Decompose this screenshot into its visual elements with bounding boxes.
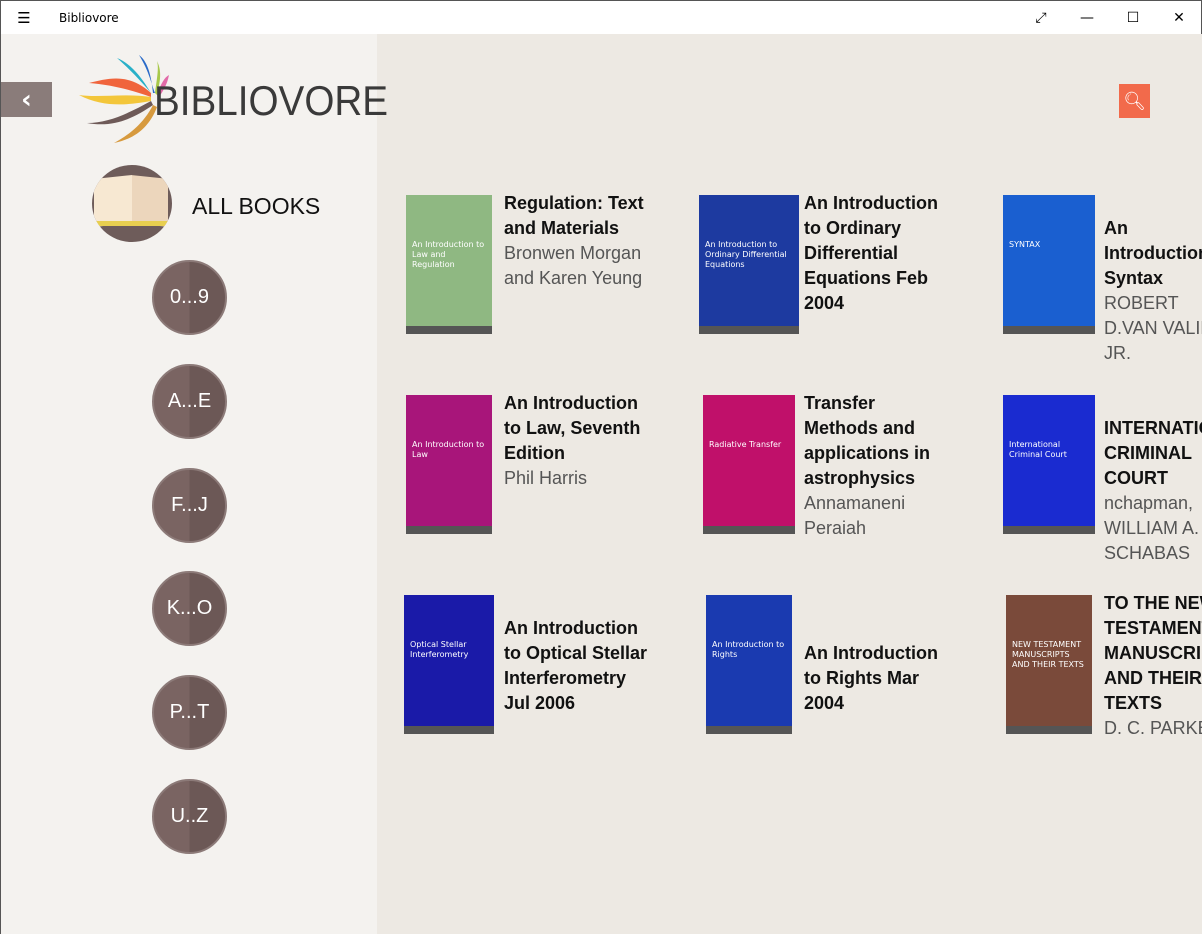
- book-cover[interactable]: SYNTAX: [1003, 195, 1095, 334]
- book-info[interactable]: Transfer Methods and applications in ast…: [804, 391, 954, 541]
- cover-title: An Introduction to Ordinary Differential…: [705, 240, 793, 270]
- filter-u-z[interactable]: U..Z: [152, 779, 227, 854]
- book-title: Transfer Methods and applications in ast…: [804, 391, 954, 491]
- cover-band: [404, 726, 494, 734]
- cover-title: Radiative Transfer: [709, 440, 789, 450]
- filter-k-o[interactable]: K...O: [152, 571, 227, 646]
- cover-title: NEW TESTAMENT MANUSCRIPTS AND THEIR TEXT…: [1012, 640, 1086, 670]
- book-cover[interactable]: An Introduction to Ordinary Differential…: [699, 195, 799, 334]
- close-button[interactable]: ✕: [1156, 1, 1202, 34]
- filter-0-9[interactable]: 0...9: [152, 260, 227, 335]
- book-author: D. C. PARKER: [1104, 716, 1202, 741]
- book-info[interactable]: An Introduction to SyntaxROBERT D.VAN VA…: [1104, 216, 1202, 366]
- book-title: TO THE NEW TESTAMENT MANUSCRIPTS AND THE…: [1104, 591, 1202, 716]
- search-button[interactable]: 🔍︎: [1119, 84, 1150, 118]
- cover-title: An Introduction to Rights: [712, 640, 786, 660]
- cover-title: SYNTAX: [1009, 240, 1089, 250]
- window-title: Bibliovore: [59, 11, 119, 25]
- book-info[interactable]: INTERNATIONAL CRIMINAL COURTnchapman, WI…: [1104, 416, 1202, 566]
- cover-title: An Introduction to Law and Regulation: [412, 240, 486, 270]
- book-author: ROBERT D.VAN VALIN, JR.: [1104, 291, 1202, 366]
- cover-title: Optical Stellar Interferometry: [410, 640, 488, 660]
- book-author: Annamaneni Peraiah: [804, 491, 954, 541]
- filter-a-e[interactable]: A...E: [152, 364, 227, 439]
- cover-band: [706, 726, 792, 734]
- book-cover[interactable]: Optical Stellar Interferometry: [404, 595, 494, 734]
- book-cover[interactable]: An Introduction to Rights: [706, 595, 792, 734]
- book-cover[interactable]: Radiative Transfer: [703, 395, 795, 534]
- book-info[interactable]: Regulation: Text and MaterialsBronwen Mo…: [504, 191, 654, 291]
- title-bar: ☰ Bibliovore ⤢ — ☐ ✕: [1, 1, 1201, 34]
- book-cover[interactable]: An Introduction to Law and Regulation: [406, 195, 492, 334]
- book-title: An Introduction to Syntax: [1104, 216, 1202, 291]
- filter-f-j[interactable]: F...J: [152, 468, 227, 543]
- book-info[interactable]: An Introduction to Ordinary Differential…: [804, 191, 954, 316]
- book-author: nchapman, WILLIAM A. SCHABAS: [1104, 491, 1202, 566]
- cover-title: An Introduction to Law: [412, 440, 486, 460]
- maximize-button[interactable]: ☐: [1110, 1, 1156, 34]
- minimize-button[interactable]: —: [1064, 1, 1110, 34]
- cover-title: International Criminal Court: [1009, 440, 1089, 460]
- chevron-left-icon: ‹: [21, 85, 32, 115]
- book-title: INTERNATIONAL CRIMINAL COURT: [1104, 416, 1202, 491]
- book-cover[interactable]: International Criminal Court: [1003, 395, 1095, 534]
- cover-band: [699, 326, 799, 334]
- cover-band: [406, 326, 492, 334]
- book-title: An Introduction to Ordinary Differential…: [804, 191, 954, 316]
- book-title: An Introduction to Law, Seventh Edition: [504, 391, 654, 466]
- cover-band: [406, 526, 492, 534]
- book-info[interactable]: An Introduction to Rights Mar 2004: [804, 641, 954, 716]
- fullscreen-icon[interactable]: ⤢: [1018, 1, 1064, 34]
- cover-band: [703, 526, 795, 534]
- filter-p-t[interactable]: P...T: [152, 675, 227, 750]
- book-title: An Introduction to Rights Mar 2004: [804, 641, 954, 716]
- book-info[interactable]: TO THE NEW TESTAMENT MANUSCRIPTS AND THE…: [1104, 591, 1202, 741]
- book-info[interactable]: An Introduction to Optical Stellar Inter…: [504, 616, 654, 716]
- back-button[interactable]: ‹: [1, 82, 52, 117]
- hamburger-icon[interactable]: ☰: [1, 9, 47, 27]
- book-cover[interactable]: NEW TESTAMENT MANUSCRIPTS AND THEIR TEXT…: [1006, 595, 1092, 734]
- cover-band: [1006, 726, 1092, 734]
- cover-band: [1003, 326, 1095, 334]
- cover-band: [1003, 526, 1095, 534]
- book-info[interactable]: An Introduction to Law, Seventh EditionP…: [504, 391, 654, 491]
- logo-text: BIBLIOVORE: [154, 77, 388, 125]
- search-icon: 🔍︎: [1123, 91, 1146, 112]
- open-book-icon[interactable]: [92, 165, 172, 242]
- book-cover[interactable]: An Introduction to Law: [406, 395, 492, 534]
- book-title: Regulation: Text and Materials: [504, 191, 654, 241]
- book-author: Bronwen Morgan and Karen Yeung: [504, 241, 654, 291]
- book-author: Phil Harris: [504, 466, 654, 491]
- all-books-link[interactable]: ALL BOOKS: [192, 193, 320, 220]
- book-title: An Introduction to Optical Stellar Inter…: [504, 616, 654, 716]
